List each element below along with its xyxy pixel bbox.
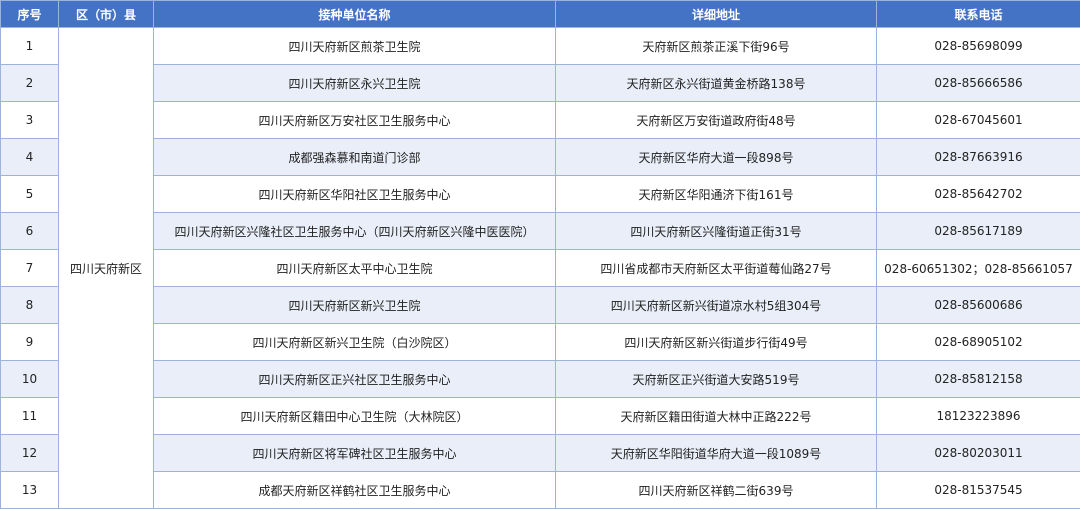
table-row: 12 四川天府新区将军碑社区卫生服务中心 天府新区华阳街道华府大道一段1089号… [1,435,1080,472]
table-row: 4 成都强森慕和南道门诊部 天府新区华府大道一段898号 028-8766391… [1,139,1080,176]
site-name: 四川天府新区太平中心卫生院 [154,250,556,287]
site-phone: 028-68905102 [877,324,1080,361]
site-address: 天府新区万安街道政府街48号 [556,102,877,139]
table-row: 2 四川天府新区永兴卫生院 天府新区永兴街道黄金桥路138号 028-85666… [1,65,1080,102]
header-site-name: 接种单位名称 [154,1,556,28]
table-row: 1 四川天府新区 四川天府新区煎茶卫生院 天府新区煎茶正溪下街96号 028-8… [1,28,1080,65]
site-address: 四川省成都市天府新区太平街道莓仙路27号 [556,250,877,287]
site-phone: 028-85666586 [877,65,1080,102]
site-address: 天府新区永兴街道黄金桥路138号 [556,65,877,102]
site-address: 四川天府新区兴隆街道正街31号 [556,213,877,250]
row-index: 3 [1,102,59,139]
site-phone: 028-87663916 [877,139,1080,176]
row-index: 2 [1,65,59,102]
site-address: 天府新区华阳通济下街161号 [556,176,877,213]
site-name: 四川天府新区煎茶卫生院 [154,28,556,65]
row-index: 1 [1,28,59,65]
site-phone: 028-85698099 [877,28,1080,65]
site-address: 天府新区煎茶正溪下街96号 [556,28,877,65]
site-address: 天府新区籍田街道大林中正路222号 [556,398,877,435]
site-name: 四川天府新区正兴社区卫生服务中心 [154,361,556,398]
site-name: 四川天府新区新兴卫生院 [154,287,556,324]
table-row: 7 四川天府新区太平中心卫生院 四川省成都市天府新区太平街道莓仙路27号 028… [1,250,1080,287]
site-phone: 028-80203011 [877,435,1080,472]
site-name: 四川天府新区万安社区卫生服务中心 [154,102,556,139]
table-row: 13 成都天府新区祥鹤社区卫生服务中心 四川天府新区祥鹤二街639号 028-8… [1,472,1080,509]
site-phone: 028-85812158 [877,361,1080,398]
site-phone: 18123223896 [877,398,1080,435]
site-name: 成都强森慕和南道门诊部 [154,139,556,176]
row-index: 4 [1,139,59,176]
table-header-row: 序号 区（市）县 接种单位名称 详细地址 联系电话 [1,1,1080,28]
row-index: 10 [1,361,59,398]
site-address: 天府新区正兴街道大安路519号 [556,361,877,398]
site-name: 四川天府新区籍田中心卫生院（大林院区） [154,398,556,435]
site-phone: 028-85617189 [877,213,1080,250]
site-phone: 028-85642702 [877,176,1080,213]
site-phone: 028-85600686 [877,287,1080,324]
row-index: 5 [1,176,59,213]
site-address: 四川天府新区新兴街道凉水村5组304号 [556,287,877,324]
site-name: 四川天府新区将军碑社区卫生服务中心 [154,435,556,472]
vaccination-sites-table: 序号 区（市）县 接种单位名称 详细地址 联系电话 1 四川天府新区 四川天府新… [0,0,1080,509]
table-row: 9 四川天府新区新兴卫生院（白沙院区） 四川天府新区新兴街道步行街49号 028… [1,324,1080,361]
site-address: 天府新区华阳街道华府大道一段1089号 [556,435,877,472]
table-row: 5 四川天府新区华阳社区卫生服务中心 天府新区华阳通济下街161号 028-85… [1,176,1080,213]
table-row: 3 四川天府新区万安社区卫生服务中心 天府新区万安街道政府街48号 028-67… [1,102,1080,139]
row-index: 12 [1,435,59,472]
row-index: 6 [1,213,59,250]
district-cell: 四川天府新区 [59,28,154,509]
site-address: 四川天府新区新兴街道步行街49号 [556,324,877,361]
site-name: 四川天府新区永兴卫生院 [154,65,556,102]
site-name: 成都天府新区祥鹤社区卫生服务中心 [154,472,556,509]
row-index: 9 [1,324,59,361]
row-index: 8 [1,287,59,324]
site-address: 四川天府新区祥鹤二街639号 [556,472,877,509]
site-name: 四川天府新区新兴卫生院（白沙院区） [154,324,556,361]
site-phone: 028-81537545 [877,472,1080,509]
site-name: 四川天府新区华阳社区卫生服务中心 [154,176,556,213]
table-body: 1 四川天府新区 四川天府新区煎茶卫生院 天府新区煎茶正溪下街96号 028-8… [1,28,1080,509]
site-phone: 028-60651302；028-85661057 [877,250,1080,287]
table-row: 8 四川天府新区新兴卫生院 四川天府新区新兴街道凉水村5组304号 028-85… [1,287,1080,324]
table-row: 6 四川天府新区兴隆社区卫生服务中心（四川天府新区兴隆中医医院） 四川天府新区兴… [1,213,1080,250]
row-index: 13 [1,472,59,509]
header-index: 序号 [1,1,59,28]
row-index: 11 [1,398,59,435]
site-phone: 028-67045601 [877,102,1080,139]
site-name: 四川天府新区兴隆社区卫生服务中心（四川天府新区兴隆中医医院） [154,213,556,250]
row-index: 7 [1,250,59,287]
header-address: 详细地址 [556,1,877,28]
header-district: 区（市）县 [59,1,154,28]
table-row: 10 四川天府新区正兴社区卫生服务中心 天府新区正兴街道大安路519号 028-… [1,361,1080,398]
header-phone: 联系电话 [877,1,1080,28]
table-row: 11 四川天府新区籍田中心卫生院（大林院区） 天府新区籍田街道大林中正路222号… [1,398,1080,435]
site-address: 天府新区华府大道一段898号 [556,139,877,176]
